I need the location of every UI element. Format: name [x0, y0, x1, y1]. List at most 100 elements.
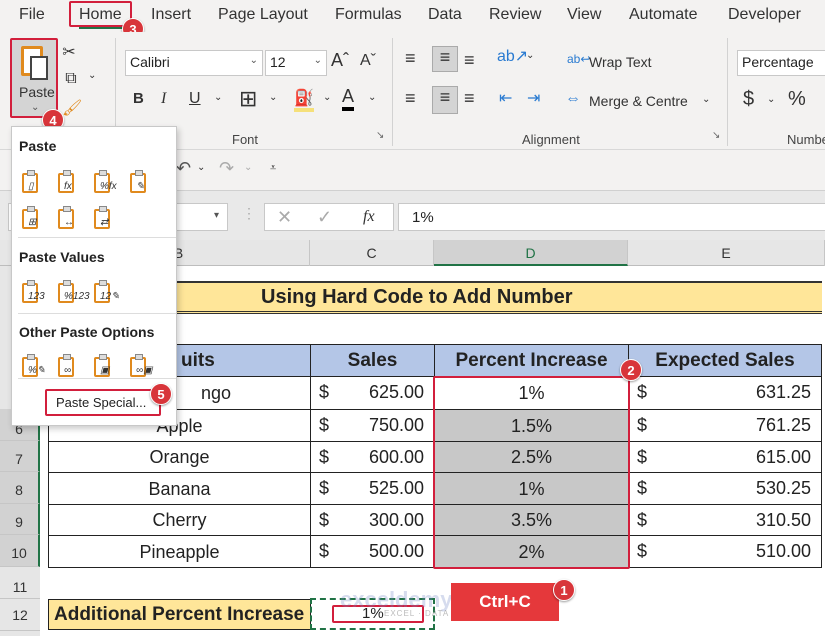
- merge-centre-button[interactable]: Merge & Centre: [589, 93, 688, 109]
- insert-function-icon[interactable]: fx: [363, 208, 375, 226]
- increase-indent-icon[interactable]: ⇥: [527, 88, 540, 108]
- paste-option-values-number-formatting-icon[interactable]: %123: [56, 279, 90, 305]
- cell-fruit[interactable]: Cherry: [48, 504, 311, 536]
- tab-developer[interactable]: Developer: [728, 6, 801, 24]
- dialog-launcher-icon[interactable]: ↘: [712, 130, 720, 141]
- fill-color-icon[interactable]: ⛽: [294, 88, 314, 112]
- undo-icon[interactable]: ↶: [176, 158, 191, 179]
- paste-option-transpose-icon[interactable]: ⇄: [92, 205, 116, 231]
- tab-formulas[interactable]: Formulas: [335, 6, 402, 24]
- undo-dropdown-icon[interactable]: ⌄: [197, 162, 205, 173]
- borders-dropdown-icon[interactable]: ⌄: [269, 92, 277, 103]
- paste-option-picture-icon[interactable]: ▣: [92, 353, 116, 379]
- underline-button[interactable]: U: [189, 90, 201, 108]
- fill-dropdown-icon[interactable]: ⌄: [323, 92, 331, 103]
- row-header-8[interactable]: 8: [0, 472, 40, 504]
- paste-special-item[interactable]: Paste Special...: [45, 389, 161, 416]
- paste-option-values-icon[interactable]: 123: [20, 279, 45, 305]
- cell-expected-sales[interactable]: $530.25: [628, 472, 822, 505]
- cell-sales[interactable]: $300.00: [310, 504, 435, 536]
- cell-fruit[interactable]: Orange: [48, 441, 311, 473]
- header-percent-increase[interactable]: Percent Increase: [434, 344, 629, 377]
- paste-option-linked-picture-icon[interactable]: ∞▣: [128, 353, 153, 379]
- merge-dropdown-icon[interactable]: ⌄: [702, 94, 710, 105]
- currency-button[interactable]: $: [743, 88, 754, 111]
- decrease-font-size-icon[interactable]: Aˇ: [360, 52, 376, 70]
- paste-option-paste-link-icon[interactable]: ∞: [56, 353, 80, 379]
- underline-dropdown-icon[interactable]: ⌄: [214, 92, 222, 103]
- bold-button[interactable]: B: [133, 90, 144, 107]
- cut-icon[interactable]: ✂: [62, 42, 76, 62]
- cell-expected-sales[interactable]: $761.25: [628, 409, 822, 442]
- wrap-text-button[interactable]: Wrap Text: [589, 54, 652, 70]
- paste-option-formulas-icon[interactable]: fx: [56, 169, 80, 195]
- orientation-dropdown-icon[interactable]: ⌄: [526, 50, 534, 61]
- additional-percent-label-cell[interactable]: Additional Percent Increase: [48, 599, 311, 630]
- orientation-icon[interactable]: ab↗: [497, 46, 528, 66]
- align-left-icon[interactable]: ≡: [405, 88, 416, 109]
- cell-sales[interactable]: $625.00: [310, 376, 435, 410]
- redo-icon[interactable]: ↷: [219, 158, 234, 179]
- percent-button[interactable]: %: [788, 88, 806, 111]
- enter-icon[interactable]: ✓: [317, 207, 332, 228]
- tab-view[interactable]: View: [567, 6, 601, 24]
- cell-expected-sales[interactable]: $310.50: [628, 504, 822, 536]
- cell-expected-sales[interactable]: $631.25: [628, 376, 822, 410]
- cell-fruit[interactable]: Pineapple: [48, 535, 311, 568]
- cell-sales[interactable]: $600.00: [310, 441, 435, 473]
- cell-expected-sales[interactable]: $615.00: [628, 441, 822, 473]
- header-expected-sales[interactable]: Expected Sales: [628, 344, 822, 377]
- align-bottom-icon[interactable]: ≡: [464, 50, 475, 71]
- align-right-icon[interactable]: ≡: [464, 88, 475, 109]
- font-color-dropdown-icon[interactable]: ⌄: [368, 92, 376, 103]
- column-header-d[interactable]: D: [434, 240, 628, 266]
- align-center-icon[interactable]: ≡: [432, 86, 458, 114]
- drag-handle-icon[interactable]: ⋮: [242, 205, 256, 222]
- cancel-icon[interactable]: ✕: [277, 207, 292, 228]
- paste-option-keep-source-formatting-icon[interactable]: ✎: [128, 169, 152, 195]
- number-format-select[interactable]: Percentage: [737, 50, 825, 76]
- cell-fruit[interactable]: Banana: [48, 472, 311, 505]
- paste-option-formatting-icon[interactable]: %✎: [20, 353, 45, 379]
- align-middle-icon[interactable]: ≡: [432, 46, 458, 72]
- paste-option-values-source-formatting-icon[interactable]: 12✎: [92, 279, 120, 305]
- customize-qat-icon[interactable]: ⩡: [270, 162, 276, 175]
- tab-file[interactable]: File: [19, 6, 45, 24]
- borders-icon[interactable]: ⊞: [239, 86, 257, 112]
- redo-dropdown-icon[interactable]: ⌄: [244, 162, 252, 173]
- paste-option-formulas-number-formatting-icon[interactable]: %fx: [92, 169, 117, 195]
- increase-font-size-icon[interactable]: Aˆ: [331, 50, 349, 71]
- paste-option-paste-icon[interactable]: ▯: [20, 169, 44, 195]
- row-header-11[interactable]: 11: [0, 567, 40, 599]
- copy-icon[interactable]: ⧉: [62, 70, 80, 88]
- row-header-7[interactable]: 7: [0, 441, 40, 472]
- row-header-9[interactable]: 9: [0, 504, 40, 535]
- cell-expected-sales[interactable]: $510.00: [628, 535, 822, 568]
- tab-insert[interactable]: Insert: [151, 6, 191, 24]
- paste-option-keep-column-widths-icon[interactable]: ↔: [56, 205, 80, 231]
- align-top-icon[interactable]: ≡: [405, 48, 416, 69]
- italic-button[interactable]: I: [161, 90, 166, 108]
- tab-automate[interactable]: Automate: [629, 6, 697, 24]
- font-color-icon[interactable]: A: [342, 86, 355, 111]
- cell-sales[interactable]: $750.00: [310, 409, 435, 442]
- header-sales[interactable]: Sales: [310, 344, 435, 377]
- formula-input[interactable]: 1%: [398, 203, 825, 231]
- decrease-indent-icon[interactable]: ⇤: [499, 88, 512, 108]
- dialog-launcher-icon[interactable]: ↘: [376, 130, 384, 141]
- column-header-e[interactable]: E: [628, 240, 825, 266]
- row-header-10[interactable]: 10: [0, 535, 40, 567]
- copy-dropdown-icon[interactable]: ⌄: [88, 70, 96, 81]
- tab-page-layout[interactable]: Page Layout: [218, 6, 308, 24]
- font-size-select[interactable]: 12 ⌄: [265, 50, 327, 76]
- format-painter-icon[interactable]: 🖌: [62, 98, 82, 118]
- paste-button[interactable]: Paste ⌄: [10, 38, 58, 118]
- paste-option-no-borders-icon[interactable]: ⊞: [20, 205, 44, 231]
- row-header-12[interactable]: 12: [0, 599, 40, 631]
- column-header-c[interactable]: C: [310, 240, 434, 266]
- tab-review[interactable]: Review: [489, 6, 541, 24]
- cell-sales[interactable]: $525.00: [310, 472, 435, 505]
- font-name-select[interactable]: Calibri ⌄: [125, 50, 263, 76]
- cell-sales[interactable]: $500.00: [310, 535, 435, 568]
- currency-dropdown-icon[interactable]: ⌄: [767, 94, 775, 105]
